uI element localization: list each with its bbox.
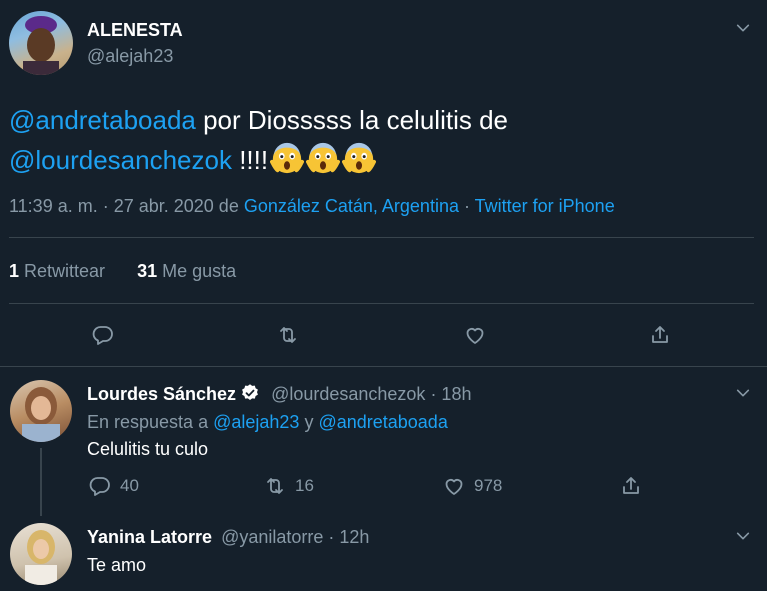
reply-age[interactable]: · 18h [425,384,471,404]
screaming-face-emoji-icon [342,141,377,175]
reply-count: 40 [120,476,139,495]
like-count: 978 [474,476,503,495]
reply-text: Celulitis tu culo [87,439,209,459]
mention-link[interactable]: @andretaboada [318,412,447,432]
retweets-stat[interactable]: 1 Retwittear [9,261,105,281]
mention-link[interactable]: @lourdesanchezok [9,145,232,175]
tweet-source[interactable]: Twitter for iPhone [475,196,615,216]
tweet-time[interactable]: 11:39 a. m. · 27 abr. 2020 de [9,196,244,216]
share-icon [619,474,643,498]
tweet-text: @andretaboada por Diosssss la celulitis … [9,100,749,180]
retweet-count: 16 [295,476,314,495]
reply-age[interactable]: · 12h [323,527,369,547]
screaming-face-emoji-icon [270,141,305,175]
retweet-button[interactable]: 16 [263,474,314,498]
retweet-icon [276,323,300,347]
reply-context-prefix: En respuesta a [87,412,214,432]
reply-avatar[interactable] [10,380,72,442]
author-handle[interactable]: @alejah23 [87,46,173,67]
reply-author-name[interactable]: Yanina Latorre [87,527,212,547]
reply-context: En respuesta a @alejah23 y @andretaboada [87,412,448,433]
like-button[interactable] [463,323,487,347]
reply-author-handle[interactable]: @yanilatorre [221,527,323,547]
tweet-location[interactable]: González Catán, Argentina [244,196,459,216]
retweets-label: Retwittear [19,261,106,281]
reply-text: Te amo [87,555,147,575]
chevron-down-icon[interactable] [735,20,751,36]
divider [9,303,754,304]
reply-header: Lourdes Sánchez @lourdesanchezok · 18h [87,383,471,405]
retweets-count: 1 [9,261,20,281]
tweet-stats: 1 Retwittear 31 Me gusta [9,261,236,282]
heart-icon [463,323,487,347]
divider [0,366,767,367]
reply-author-name[interactable]: Lourdes Sánchez [87,384,236,404]
verified-badge-icon [240,383,260,403]
tweet-meta: 11:39 a. m. · 27 abr. 2020 de González C… [9,196,615,217]
author-avatar[interactable] [9,11,73,75]
tweet-text-part: por Diosssss la celulitis de [195,105,508,135]
reply-icon [88,474,112,498]
share-button[interactable] [619,474,643,498]
reply-button[interactable] [91,323,115,347]
mention-link[interactable]: @alejah23 [213,412,299,432]
screaming-face-emoji-icon [306,141,341,175]
thread-line [40,448,42,516]
reply-author-handle[interactable]: @lourdesanchezok [271,384,425,404]
reply-avatar[interactable] [10,523,72,585]
divider [9,237,754,238]
chevron-down-icon[interactable] [735,528,751,544]
likes-count: 31 [137,261,158,281]
reply-icon [91,323,115,347]
reply-header: Yanina Latorre @yanilatorre · 12h [87,527,369,548]
retweet-icon [263,474,287,498]
chevron-down-icon[interactable] [735,385,751,401]
like-button[interactable]: 978 [442,474,502,498]
tweet-text-part: !!!! [231,145,269,175]
mention-link[interactable]: @andretaboada [9,105,196,135]
emoji-group [268,142,377,175]
share-button[interactable] [648,323,672,347]
likes-label: Me gusta [157,261,237,281]
reply-button[interactable]: 40 [88,474,139,498]
retweet-button[interactable] [276,323,300,347]
share-icon [648,323,672,347]
likes-stat[interactable]: 31 Me gusta [137,261,236,281]
meta-separator: · [458,196,475,216]
author-name[interactable]: ALENESTA [87,20,183,41]
heart-icon [442,474,466,498]
reply-context-and: y [299,412,319,432]
